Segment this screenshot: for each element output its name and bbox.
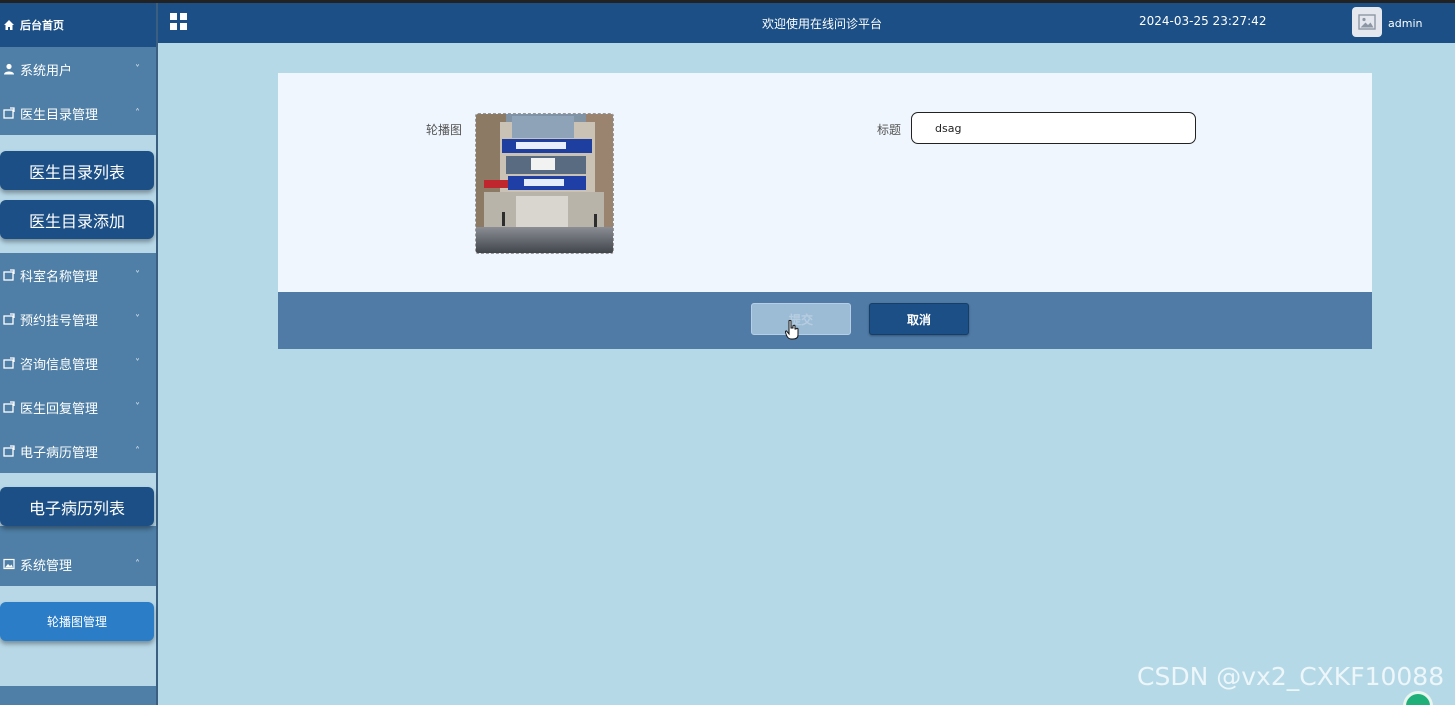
sidebar-item-label: 医生回复管理 bbox=[20, 401, 99, 417]
sidebar: 后台首页 系统用户 ˅ 医生目录管理 ˄ 医生目录列表 医生目录添加 科室名称管… bbox=[0, 3, 158, 705]
sidebar-item-appointment[interactable]: 预约挂号管理 ˅ bbox=[0, 297, 156, 341]
folder-icon bbox=[2, 444, 16, 458]
sidebar-item-consultation[interactable]: 咨询信息管理 ˅ bbox=[0, 341, 156, 385]
chevron-down-icon: ˅ bbox=[135, 401, 140, 413]
sidebar-sub-carousel-management[interactable]: 轮播图管理 bbox=[0, 602, 154, 641]
folder-icon bbox=[2, 356, 16, 370]
folder-icon bbox=[2, 400, 16, 414]
image-icon bbox=[2, 557, 16, 571]
sidebar-sub-doctor-list[interactable]: 医生目录列表 bbox=[0, 151, 154, 190]
sidebar-sub-doctor-add[interactable]: 医生目录添加 bbox=[0, 200, 154, 239]
sidebar-item-label: 预约挂号管理 bbox=[20, 313, 99, 329]
sidebar-item-doctor-directory[interactable]: 医生目录管理 ˄ bbox=[0, 91, 156, 135]
user-icon bbox=[2, 62, 16, 76]
folder-icon bbox=[2, 268, 16, 282]
chevron-up-icon: ˄ bbox=[135, 558, 140, 570]
chevron-up-icon: ˄ bbox=[135, 445, 140, 457]
home-icon bbox=[2, 18, 16, 32]
username[interactable]: admin bbox=[1388, 17, 1422, 30]
storefront-picture bbox=[476, 114, 613, 253]
datetime-text: 2024-03-25 23:27:42 bbox=[1139, 14, 1267, 28]
carousel-image[interactable] bbox=[475, 113, 614, 254]
hand-cursor-icon bbox=[785, 320, 799, 340]
chevron-down-icon: ˅ bbox=[135, 357, 140, 369]
sidebar-item-label: 科室名称管理 bbox=[20, 269, 99, 285]
sidebar-home[interactable]: 后台首页 bbox=[0, 3, 156, 47]
chevron-up-icon: ˄ bbox=[135, 107, 140, 119]
menu-grid-icon[interactable] bbox=[170, 13, 187, 30]
system-submenu: 轮播图管理 bbox=[0, 586, 156, 686]
submit-button[interactable]: 提交 bbox=[751, 303, 851, 335]
folder-icon bbox=[2, 312, 16, 326]
image-placeholder-icon bbox=[1358, 14, 1376, 30]
sidebar-item-label: 系统管理 bbox=[20, 558, 73, 574]
cancel-button[interactable]: 取消 bbox=[869, 303, 969, 335]
chevron-down-icon: ˅ bbox=[135, 63, 140, 75]
sidebar-item-system-management[interactable]: 系统管理 ˄ bbox=[0, 542, 156, 586]
edit-form-panel: 轮播图 标题 dsag bbox=[278, 73, 1372, 292]
form-actions-bar: 提交 取消 bbox=[278, 292, 1372, 349]
title-input[interactable] bbox=[911, 112, 1196, 144]
folder-icon bbox=[2, 106, 16, 120]
avatar[interactable] bbox=[1352, 7, 1382, 37]
sidebar-sub-record-list[interactable]: 电子病历列表 bbox=[0, 487, 154, 526]
carousel-label: 轮播图 bbox=[426, 123, 463, 137]
watermark-text: CSDN @vx2_CXKF10088 bbox=[1137, 662, 1445, 691]
sidebar-item-label: 电子病历管理 bbox=[20, 445, 99, 461]
sidebar-item-label: 医生目录管理 bbox=[20, 107, 99, 123]
sidebar-item-system-users[interactable]: 系统用户 ˅ bbox=[0, 47, 156, 91]
title-label: 标题 bbox=[877, 123, 902, 137]
sidebar-item-medical-records[interactable]: 电子病历管理 ˄ bbox=[0, 429, 156, 473]
sidebar-item-label: 咨询信息管理 bbox=[20, 357, 99, 373]
sidebar-item-label: 系统用户 bbox=[20, 63, 73, 79]
sidebar-item-doctor-reply[interactable]: 医生回复管理 ˅ bbox=[0, 385, 156, 429]
sidebar-home-label: 后台首页 bbox=[20, 19, 64, 32]
chevron-down-icon: ˅ bbox=[135, 269, 140, 281]
doctor-submenu: 医生目录列表 医生目录添加 bbox=[0, 135, 156, 253]
welcome-text: 欢迎使用在线问诊平台 bbox=[762, 17, 883, 31]
record-submenu: 电子病历列表 bbox=[0, 473, 156, 526]
floating-badge[interactable] bbox=[1403, 691, 1433, 705]
top-header: 欢迎使用在线问诊平台 2024-03-25 23:27:42 admin bbox=[158, 3, 1455, 43]
chevron-down-icon: ˅ bbox=[135, 313, 140, 325]
sidebar-item-department[interactable]: 科室名称管理 ˅ bbox=[0, 253, 156, 297]
